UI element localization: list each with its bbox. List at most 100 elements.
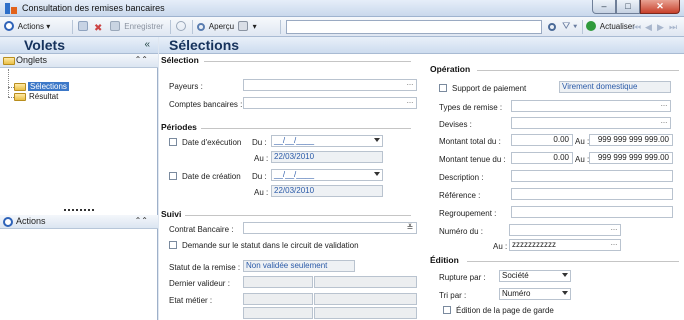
collapse-pane-icon[interactable]: «: [144, 39, 150, 50]
tree-item-selections[interactable]: Sélections: [28, 82, 69, 91]
reference-field[interactable]: [511, 188, 673, 200]
contrat-dropdown[interactable]: ≚: [243, 222, 417, 234]
grid-icon[interactable]: [78, 20, 90, 34]
app-icon: [5, 3, 17, 14]
ellipsis-button-icon[interactable]: …: [609, 240, 619, 249]
first-page-icon[interactable]: ⏮: [633, 20, 641, 34]
date-creation-label: Date de création: [182, 172, 241, 181]
numero-du-field[interactable]: …: [509, 224, 621, 236]
rupture-label: Rupture par :: [439, 273, 486, 282]
date-execution-label: Date d'exécution: [182, 138, 242, 147]
search-input[interactable]: [286, 20, 542, 34]
edition-heading: Édition: [430, 255, 459, 265]
comptes-field[interactable]: …: [243, 97, 417, 109]
calendar-dropdown-icon[interactable]: [374, 172, 380, 176]
montant-total-min[interactable]: 0.00: [511, 134, 573, 146]
numero-au-field[interactable]: zzzzzzzzzzz…: [509, 239, 621, 251]
types-field[interactable]: …: [511, 100, 671, 112]
actions-section-header[interactable]: Actions ⌃⌃: [0, 215, 158, 229]
filter-icon[interactable]: ⛛ ▾: [562, 20, 577, 34]
date-creation-au-field[interactable]: 22/03/2010: [271, 185, 383, 197]
folder-icon: [14, 93, 26, 101]
page-garde-label: Édition de la page de garde: [456, 306, 554, 315]
numero-label: Numéro du :: [439, 227, 484, 236]
folder-icon: [3, 57, 15, 65]
tri-select[interactable]: Numéro: [499, 288, 571, 300]
statut-field[interactable]: Non validée seulement: [243, 260, 355, 272]
date-execution-au-field[interactable]: 22/03/2010: [271, 151, 383, 163]
preview-button[interactable]: Aperçu ▾: [197, 20, 257, 34]
date-creation-du-field[interactable]: __/__/____: [271, 169, 383, 181]
suivi-heading: Suivi: [161, 209, 182, 219]
ellipsis-button-icon[interactable]: …: [659, 118, 669, 127]
au-label: Au :: [575, 155, 590, 164]
onglets-section-header[interactable]: Onglets ⌃⌃: [0, 54, 158, 68]
date-execution-checkbox[interactable]: [169, 138, 177, 146]
minimize-button[interactable]: –: [592, 0, 616, 14]
periodes-heading: Périodes: [161, 122, 197, 132]
last-page-icon[interactable]: ⏭: [669, 20, 677, 34]
save-button[interactable]: Enregistrer: [110, 20, 163, 34]
payeurs-label: Payeurs :: [169, 82, 203, 91]
page-title: Sélections: [169, 37, 240, 53]
date-creation-checkbox[interactable]: [169, 172, 177, 180]
au-label: Au :: [254, 188, 269, 197]
actions-icon: [4, 21, 14, 31]
support-checkbox[interactable]: [439, 84, 447, 92]
etat-field-3[interactable]: [243, 307, 313, 319]
magnifier-icon: [197, 23, 205, 31]
ellipsis-button-icon[interactable]: …: [405, 98, 415, 107]
chevron-down-icon[interactable]: [562, 273, 568, 277]
selection-heading: Sélection: [161, 55, 199, 65]
du-label: Du :: [252, 138, 267, 147]
refresh-icon: [586, 21, 596, 31]
dernier-field-2[interactable]: [314, 276, 417, 288]
montant-total-max[interactable]: 999 999 999 999.00: [589, 134, 673, 146]
ellipsis-button-icon[interactable]: …: [405, 80, 415, 89]
operation-heading: Opération: [430, 64, 471, 74]
close-button[interactable]: ✕: [640, 0, 680, 14]
montant-tenue-min[interactable]: 0.00: [511, 152, 573, 164]
next-page-icon[interactable]: ▶: [657, 20, 664, 34]
tree-item-resultat[interactable]: Résultat: [29, 92, 58, 101]
montant-tenue-max[interactable]: 999 999 999 999.00: [589, 152, 673, 164]
tri-label: Tri par :: [439, 291, 467, 300]
previous-page-icon[interactable]: ◀: [645, 20, 652, 34]
etat-field-2[interactable]: [314, 293, 417, 305]
maximize-button[interactable]: □: [616, 0, 640, 14]
du-label: Du :: [252, 172, 267, 181]
ellipsis-button-icon[interactable]: …: [609, 225, 619, 234]
description-field[interactable]: [511, 170, 673, 182]
page-garde-checkbox[interactable]: [443, 306, 451, 314]
devises-field[interactable]: …: [511, 117, 671, 129]
ellipsis-button-icon[interactable]: …: [659, 101, 669, 110]
support-field[interactable]: Virement domestique: [559, 81, 671, 93]
calendar-dropdown-icon[interactable]: [374, 138, 380, 142]
volets-pane: Volets « Onglets ⌃⌃ Sélections Résultat …: [0, 37, 158, 320]
main-pane: Sélections Sélection Payeurs : … Comptes…: [159, 37, 684, 320]
refresh-button[interactable]: Actualiser: [586, 20, 635, 34]
rupture-select[interactable]: Société: [499, 270, 571, 282]
volets-title: Volets: [24, 37, 65, 53]
delete-icon[interactable]: ✖: [94, 20, 106, 34]
description-label: Description :: [439, 173, 484, 182]
dernier-label: Dernier valideur :: [169, 279, 230, 288]
date-execution-du-field[interactable]: __/__/____: [271, 135, 383, 147]
search-icon[interactable]: [548, 20, 558, 34]
devises-label: Devises :: [439, 120, 472, 129]
etat-field-4[interactable]: [314, 307, 417, 319]
demande-checkbox[interactable]: [169, 241, 177, 249]
toolbar: Actions ▾ ✖ Enregistrer Aperçu ▾ ⛛ ▾ Act…: [0, 17, 684, 37]
title-bar: Consultation des remises bancaires – □ ✕: [0, 0, 684, 17]
actions-menu-button[interactable]: Actions ▾: [4, 20, 50, 34]
actions-label: Actions: [16, 216, 46, 226]
regroupement-field[interactable]: [511, 206, 673, 218]
payeurs-field[interactable]: …: [243, 79, 417, 91]
refresh-gear-icon[interactable]: [176, 20, 188, 34]
dernier-field-1[interactable]: [243, 276, 313, 288]
chevron-down-icon[interactable]: [562, 291, 568, 295]
statut-label: Statut de la remise :: [169, 263, 241, 272]
double-chevron-down-icon[interactable]: ≚: [405, 224, 415, 232]
etat-field-1[interactable]: [243, 293, 313, 305]
pane-splitter[interactable]: [64, 209, 94, 211]
